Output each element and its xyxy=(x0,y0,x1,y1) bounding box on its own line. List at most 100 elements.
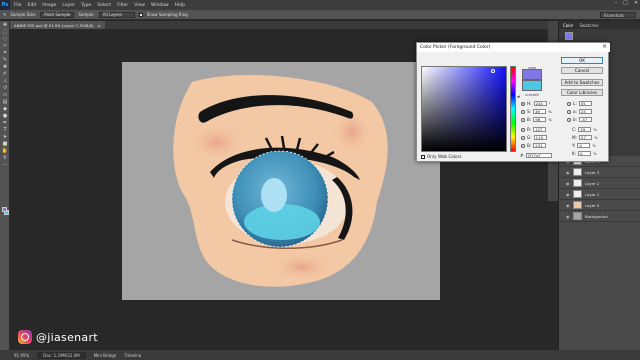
visibility-eye-icon[interactable]: ◉ xyxy=(566,203,570,208)
y-input[interactable]: 0 xyxy=(577,143,591,148)
close-icon[interactable]: × xyxy=(602,43,607,50)
menu-help[interactable]: Help xyxy=(175,3,185,8)
sample-select[interactable]: All Layers xyxy=(98,11,135,18)
menu-image[interactable]: Image xyxy=(42,3,56,8)
minimize-button[interactable]: – xyxy=(615,0,618,6)
layer-row[interactable]: ◉ Layer 5 xyxy=(559,200,640,211)
a-input[interactable]: 25 xyxy=(578,109,592,114)
quick-select-tool-icon[interactable]: ✧ xyxy=(0,42,10,49)
crop-tool-icon[interactable]: ⌗ xyxy=(0,49,10,56)
lab-b-input[interactable]: -57 xyxy=(579,117,593,122)
show-ring-checkbox[interactable] xyxy=(138,12,143,17)
cancel-button[interactable]: Cancel xyxy=(561,67,603,74)
l-input[interactable]: 55 xyxy=(578,101,592,106)
layer-thumbnail xyxy=(573,201,582,209)
radio-b[interactable] xyxy=(521,117,525,122)
color-cursor[interactable] xyxy=(490,68,495,73)
visibility-eye-icon[interactable]: ◉ xyxy=(566,214,570,219)
visibility-eye-icon[interactable]: ◉ xyxy=(566,181,570,186)
workspace-select[interactable]: Essentials xyxy=(600,12,636,18)
eyedropper-tool-icon[interactable]: ✎ xyxy=(0,56,10,63)
tab-timeline[interactable]: Timeline xyxy=(124,353,141,358)
document-tab-close[interactable]: × xyxy=(98,23,101,28)
zoom-level[interactable]: 91.95% xyxy=(14,353,29,358)
b-input[interactable]: 96 xyxy=(533,117,547,122)
sample-size-select[interactable]: Point Sample xyxy=(40,11,75,18)
radio-l[interactable] xyxy=(567,101,571,106)
layer-row[interactable]: ◉ Background xyxy=(559,211,640,222)
only-web-colors-checkbox[interactable] xyxy=(421,154,425,159)
zoom-tool-icon[interactable]: ⚲ xyxy=(0,154,10,161)
layer-row[interactable]: ◉ Layer 3 xyxy=(559,167,640,178)
history-brush-icon[interactable]: ↺ xyxy=(0,84,10,91)
eyedropper-icon[interactable]: ✎ xyxy=(3,12,6,17)
radio-r[interactable] xyxy=(521,127,525,132)
radio-lab-b[interactable] xyxy=(567,117,571,122)
ok-button[interactable]: OK xyxy=(561,57,603,64)
tab-swatches[interactable]: Swatches xyxy=(579,23,598,28)
type-tool-icon[interactable]: T xyxy=(0,126,10,133)
hex-input[interactable]: 7f77e7 xyxy=(525,153,552,158)
menu-type[interactable]: Type xyxy=(81,3,91,8)
radio-blue[interactable] xyxy=(521,143,525,148)
close-window-button[interactable]: ✕ xyxy=(634,0,638,6)
document-tab[interactable]: ANIME EYE.psd @ 91.9% (Layer 7, RGB/8) × xyxy=(10,21,105,29)
add-to-swatches-button[interactable]: Add to Swatches xyxy=(561,79,603,86)
blur-tool-icon[interactable]: ◆ xyxy=(0,105,10,112)
m-input[interactable]: 57 xyxy=(579,135,593,140)
menu-window[interactable]: Window xyxy=(151,3,169,8)
radio-a[interactable] xyxy=(567,109,571,114)
shape-tool-icon[interactable]: ■ xyxy=(0,140,10,147)
maximize-button[interactable]: □ xyxy=(623,0,628,6)
layer-row[interactable]: ◉ Layer 1 xyxy=(559,189,640,200)
visibility-eye-icon[interactable]: ◉ xyxy=(566,170,570,175)
saturation-brightness-field[interactable] xyxy=(421,66,507,152)
tab-mini-bridge[interactable]: Mini Bridge xyxy=(94,353,117,358)
blue-input[interactable]: 231 xyxy=(533,143,547,148)
c-input[interactable]: 59 xyxy=(578,127,592,132)
color-panel-swatch[interactable] xyxy=(565,32,573,40)
lasso-tool-icon[interactable]: ◌ xyxy=(0,35,10,42)
stamp-tool-icon[interactable]: ⊥ xyxy=(0,77,10,84)
tab-color[interactable]: Color xyxy=(563,23,573,28)
s-input[interactable]: 49 xyxy=(533,109,547,114)
more-tools-icon[interactable]: ⋯ xyxy=(0,161,10,168)
menu-file[interactable]: File xyxy=(14,3,22,8)
r-input[interactable]: 127 xyxy=(533,127,547,132)
layer-thumbnail xyxy=(573,179,582,187)
menu-view[interactable]: View xyxy=(134,3,145,8)
g-input[interactable]: 119 xyxy=(533,135,547,140)
menu-edit[interactable]: Edit xyxy=(28,3,37,8)
menu-layer[interactable]: Layer xyxy=(62,3,75,8)
field-l: L: 55 xyxy=(567,101,592,106)
brush-tool-icon[interactable]: ✐ xyxy=(0,70,10,77)
move-tool-icon[interactable]: ✥ xyxy=(0,21,10,28)
foreground-color-swatch[interactable] xyxy=(2,207,7,212)
h-input[interactable]: 244 xyxy=(533,101,547,106)
layer-row[interactable]: ◉ Layer 2 xyxy=(559,178,640,189)
field-k: K: 0 % xyxy=(572,151,597,156)
dodge-tool-icon[interactable]: ● xyxy=(0,112,10,119)
document-info[interactable]: Doc: 1.29M/22.0M xyxy=(37,351,86,359)
canvas[interactable] xyxy=(122,62,440,300)
marquee-tool-icon[interactable]: ⬚ xyxy=(0,28,10,35)
eraser-tool-icon[interactable]: ▭ xyxy=(0,91,10,98)
only-web-colors-row: Only Web Colors xyxy=(421,154,462,159)
field-c: C: 59 % xyxy=(572,127,597,132)
k-input[interactable]: 0 xyxy=(578,151,592,156)
healing-tool-icon[interactable]: ✚ xyxy=(0,63,10,70)
color-libraries-button[interactable]: Color Libraries xyxy=(561,89,603,96)
path-select-icon[interactable]: ➤ xyxy=(0,133,10,140)
hue-slider-arrow-icon[interactable]: ◂ xyxy=(517,94,520,100)
gradient-tool-icon[interactable]: ▤ xyxy=(0,98,10,105)
menu-filter[interactable]: Filter xyxy=(117,3,128,8)
menu-select[interactable]: Select xyxy=(97,3,111,8)
hand-tool-icon[interactable]: ✋ xyxy=(0,147,10,154)
visibility-eye-icon[interactable]: ◉ xyxy=(566,192,570,197)
radio-s[interactable] xyxy=(521,109,525,114)
radio-g[interactable] xyxy=(521,135,525,140)
pen-tool-icon[interactable]: ✒ xyxy=(0,119,10,126)
hue-slider[interactable] xyxy=(510,66,516,152)
radio-h[interactable] xyxy=(521,101,525,106)
current-color-swatch[interactable] xyxy=(522,80,542,91)
